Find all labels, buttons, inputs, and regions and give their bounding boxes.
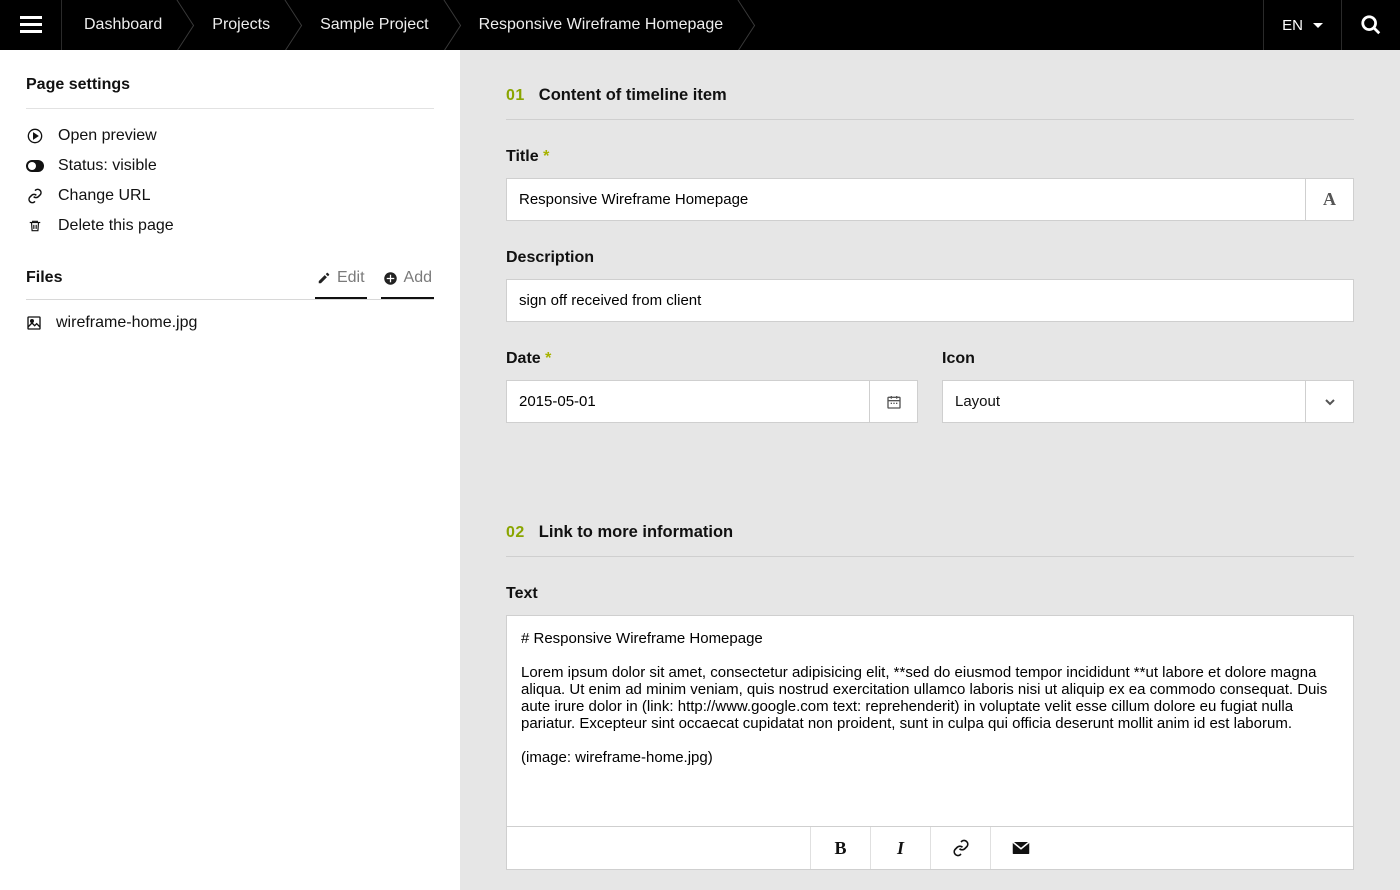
link-button[interactable] (930, 827, 990, 869)
chevron-down-icon (1322, 394, 1338, 410)
change-url[interactable]: Change URL (26, 181, 434, 211)
files-heading: Files Edit Add (26, 269, 434, 300)
description-label: Description (506, 249, 1354, 267)
language-label: EN (1282, 17, 1303, 34)
section-header: 01 Content of timeline item (506, 72, 1354, 120)
files-add-button[interactable]: Add (381, 269, 434, 299)
delete-page-label: Delete this page (58, 217, 174, 235)
text-editor[interactable] (507, 616, 1353, 826)
files-edit-button[interactable]: Edit (315, 269, 367, 299)
title-format-button[interactable]: A (1305, 179, 1353, 220)
title-label: Title * (506, 148, 1354, 166)
status-toggle[interactable]: Status: visible (26, 151, 434, 181)
date-picker-button[interactable] (869, 381, 917, 422)
email-button[interactable] (990, 827, 1050, 869)
delete-page[interactable]: Delete this page (26, 211, 434, 241)
hamburger-icon (20, 16, 42, 34)
date-label: Date * (506, 350, 918, 368)
file-item[interactable]: wireframe-home.jpg (26, 300, 434, 346)
search-button[interactable] (1342, 0, 1400, 50)
chevron-down-icon (1313, 23, 1323, 28)
breadcrumb: Dashboard Projects Sample Project Respon… (62, 0, 1263, 50)
files-label: Files (26, 269, 301, 299)
status-label: Status: visible (58, 157, 157, 175)
italic-icon: I (897, 838, 904, 859)
link-icon (26, 188, 44, 204)
section-title: Link to more information (539, 523, 733, 542)
icon-label: Icon (942, 350, 1354, 368)
italic-button[interactable]: I (870, 827, 930, 869)
open-preview-label: Open preview (58, 127, 157, 145)
pencil-icon (317, 271, 331, 285)
title-input[interactable] (507, 179, 1305, 220)
link-icon (952, 839, 970, 857)
change-url-label: Change URL (58, 187, 151, 205)
font-icon: A (1323, 189, 1336, 210)
toggle-icon (26, 160, 44, 172)
section-header: 02 Link to more information (506, 509, 1354, 557)
icon-field: Icon Layout (942, 350, 1354, 423)
menu-button[interactable] (0, 0, 62, 50)
bold-button[interactable]: B (810, 827, 870, 869)
section-title: Content of timeline item (539, 86, 727, 105)
language-select[interactable]: EN (1263, 0, 1342, 50)
date-input[interactable] (507, 381, 869, 422)
title-field: Title * A (506, 148, 1354, 221)
trash-icon (26, 218, 44, 234)
file-name: wireframe-home.jpg (56, 314, 197, 332)
breadcrumb-item[interactable]: Dashboard (62, 0, 184, 50)
search-icon (1360, 14, 1382, 36)
section-number: 02 (506, 524, 525, 542)
page-settings-heading: Page settings (26, 76, 434, 109)
open-preview[interactable]: Open preview (26, 121, 434, 151)
play-icon (26, 128, 44, 144)
icon-select-value: Layout (943, 381, 1305, 422)
description-field: Description (506, 249, 1354, 322)
breadcrumb-item[interactable]: Sample Project (292, 0, 451, 50)
section-number: 01 (506, 87, 525, 105)
breadcrumb-item[interactable]: Responsive Wireframe Homepage (451, 0, 746, 50)
main-panel: 01 Content of timeline item Title * A De… (460, 50, 1400, 890)
icon-select-toggle[interactable] (1305, 381, 1353, 422)
breadcrumb-item[interactable]: Projects (184, 0, 292, 50)
text-field: Text B I (506, 585, 1354, 870)
calendar-icon (886, 394, 902, 410)
description-input[interactable] (507, 280, 1353, 321)
topbar: Dashboard Projects Sample Project Respon… (0, 0, 1400, 50)
icon-select[interactable]: Layout (942, 380, 1354, 423)
text-label: Text (506, 585, 1354, 603)
date-field: Date * (506, 350, 918, 423)
plus-circle-icon (383, 271, 398, 286)
files-add-label: Add (404, 269, 432, 287)
editor-toolbar: B I (506, 827, 1354, 870)
image-file-icon (26, 315, 42, 331)
bold-icon: B (834, 838, 846, 859)
sidebar: Page settings Open preview Status: visib… (0, 50, 460, 890)
files-edit-label: Edit (337, 269, 365, 287)
envelope-icon (1012, 841, 1030, 855)
